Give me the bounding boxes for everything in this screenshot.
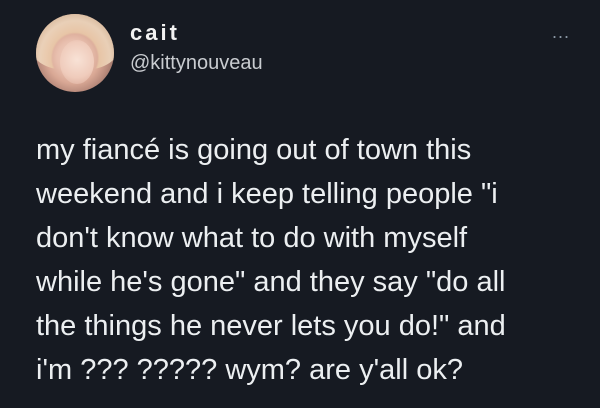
user-handle[interactable]: @kittynouveau <box>130 52 263 75</box>
tweet-text-line: the things he never lets you do!" and <box>36 310 506 342</box>
avatar-face <box>60 40 94 84</box>
tweet-text-line: i'm ??? ????? wym? are y'all ok? <box>36 354 463 386</box>
display-name[interactable]: cait <box>130 20 180 46</box>
tweet-text-line: my fiancé is going out of town this <box>36 134 472 166</box>
more-options-icon[interactable]: ... <box>552 22 570 43</box>
tweet-card: cait @kittynouveau ... my fiancé is goin… <box>0 0 600 408</box>
avatar[interactable] <box>36 14 114 92</box>
tweet-text-line: don't know what to do with myself <box>36 222 468 254</box>
tweet-text: my fiancé is going out of town this week… <box>36 128 586 392</box>
tweet-text-line: weekend and i keep telling people "i <box>36 178 498 210</box>
tweet-text-line: while he's gone" and they say "do all <box>36 266 506 298</box>
